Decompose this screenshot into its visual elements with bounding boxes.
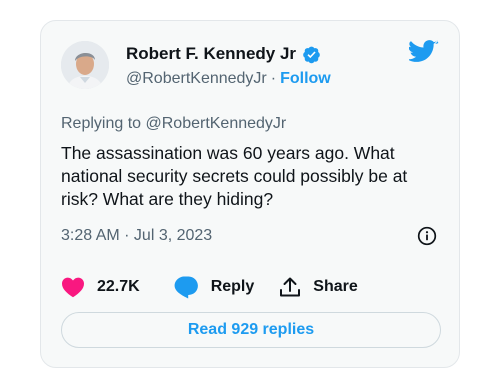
like-count: 22.7K	[97, 278, 140, 295]
separator: ·	[270, 70, 277, 87]
info-icon[interactable]	[417, 226, 437, 246]
reply-button[interactable]: Reply	[174, 275, 255, 299]
heart-icon	[62, 277, 84, 298]
replying-to-text: Replying to @RobertKennedyJr	[61, 115, 287, 132]
action-bar: 22.7K Reply Share	[61, 275, 358, 299]
speech-bubble-icon	[174, 276, 198, 299]
tweet-card: Robert F. Kennedy Jr @RobertKennedyJr · Fo…	[40, 20, 460, 368]
follow-button[interactable]: Follow	[280, 70, 331, 87]
read-replies-button[interactable]: Read 929 replies	[61, 312, 441, 348]
twitter-bird-icon[interactable]	[407, 40, 439, 65]
share-label: Share	[313, 278, 358, 295]
share-upload-icon	[280, 277, 301, 297]
author-name[interactable]: Robert F. Kennedy Jr	[126, 44, 296, 64]
author-handle[interactable]: @RobertKennedyJr	[126, 70, 267, 87]
avatar[interactable]	[61, 41, 109, 89]
verified-badge-icon	[302, 45, 321, 64]
author-handle-row: @RobertKennedyJr · Follow	[126, 70, 331, 88]
tweet-timestamp[interactable]: 3:28 AM · Jul 3, 2023	[61, 227, 212, 245]
reply-label: Reply	[210, 278, 255, 295]
like-button[interactable]: 22.7K	[61, 276, 140, 298]
author-name-row: Robert F. Kennedy Jr	[126, 44, 321, 64]
tweet-text: The assassination was 60 years ago. What…	[61, 143, 408, 209]
share-button[interactable]: Share	[279, 276, 358, 298]
